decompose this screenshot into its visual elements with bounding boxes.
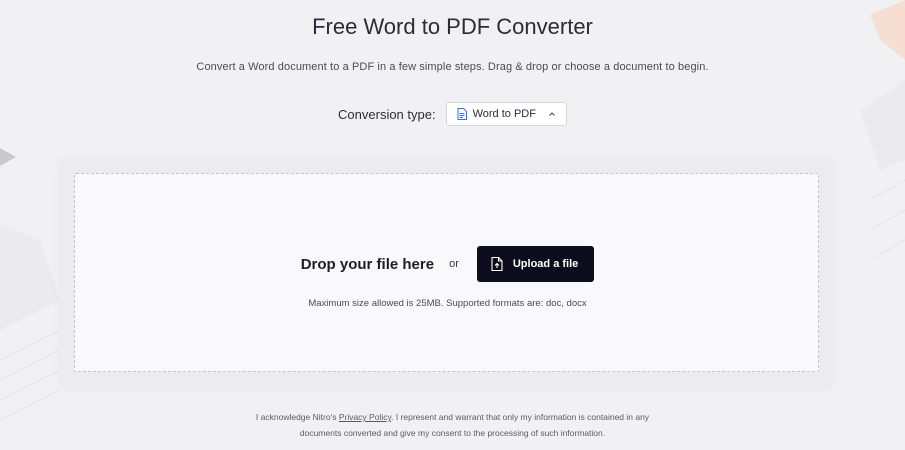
legal-text-after: . I represent and warrant that only my i… [391, 412, 650, 422]
file-dropzone[interactable]: Drop your file here or Upload a file Max… [74, 173, 819, 372]
legal-line-2: documents converted and give my consent … [299, 428, 606, 438]
drop-prompt: Drop your file here [300, 255, 435, 273]
privacy-policy-link[interactable]: Privacy Policy [339, 412, 391, 422]
drop-row: Drop your file here or Upload a file [75, 246, 820, 282]
conversion-type-row: Conversion type: Word to PDF [0, 102, 905, 126]
upload-file-label: Upload a file [512, 258, 579, 270]
page-title: Free Word to PDF Converter [312, 14, 593, 39]
legal-notice: I acknowledge Nitro's Privacy Policy. I … [0, 409, 905, 441]
page-subtitle: Convert a Word document to a PDF in a fe… [196, 61, 709, 73]
legal-line-1: I acknowledge Nitro's Privacy Policy. I … [0, 409, 905, 425]
file-upload-icon [491, 257, 503, 271]
file-limits-note: Maximum size allowed is 25MB. Supported … [308, 298, 587, 309]
chevron-up-icon [548, 110, 556, 118]
legal-text-before: I acknowledge Nitro's [255, 412, 339, 422]
upload-file-button[interactable]: Upload a file [476, 246, 595, 282]
conversion-type-select[interactable]: Word to PDF [445, 102, 567, 126]
conversion-type-label: Conversion type: [338, 106, 436, 122]
doc-icon [457, 108, 467, 120]
upload-card: Drop your file here or Upload a file Max… [59, 158, 834, 387]
or-separator: or [449, 258, 459, 270]
conversion-type-value: Word to PDF [472, 108, 536, 120]
